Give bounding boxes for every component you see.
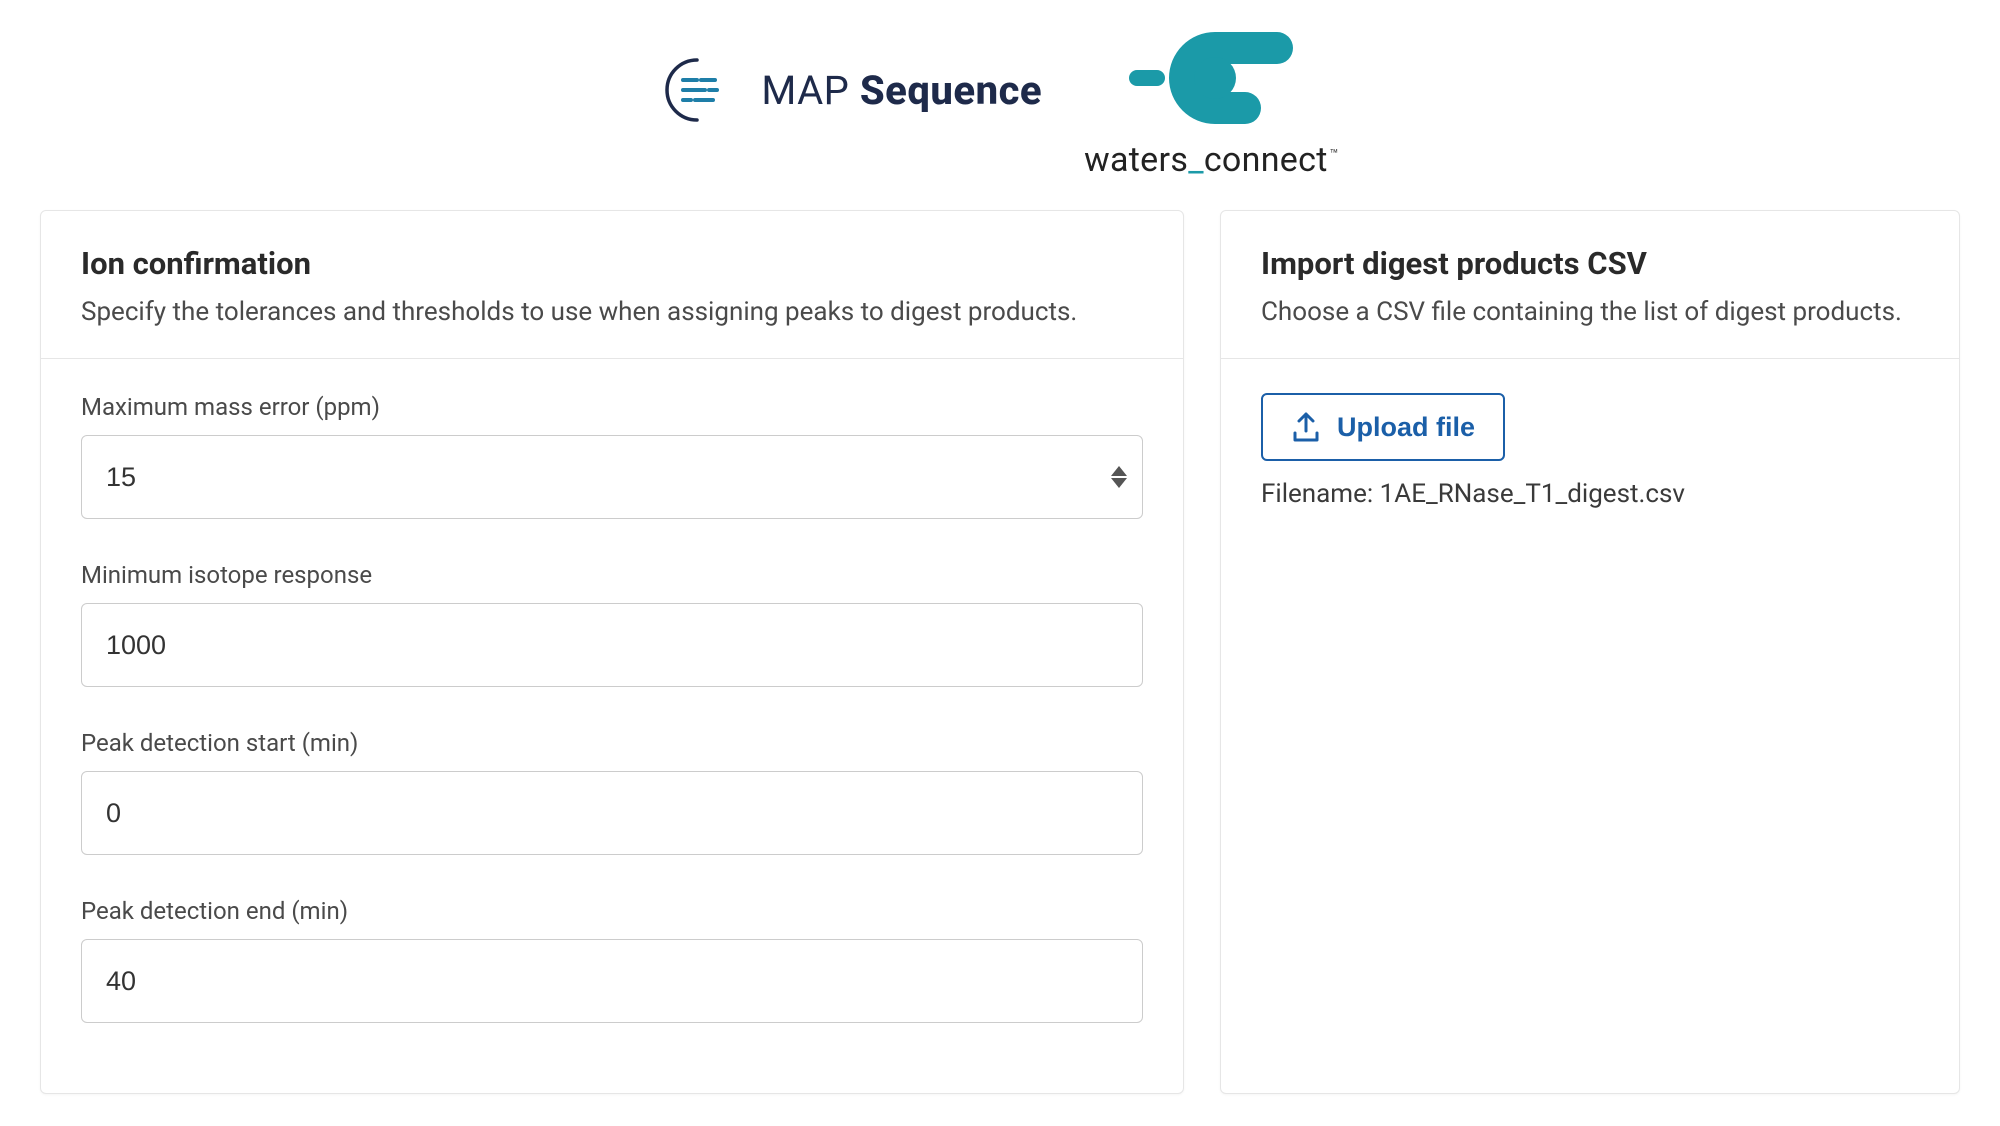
header-logo-area: MAP Sequence waters_connect™ [0,0,2000,210]
map-sequence-logo: MAP Sequence [661,54,1042,126]
map-text-bold: Sequence [860,67,1042,114]
upload-icon [1291,411,1321,443]
import-csv-panel: Import digest products CSV Choose a CSV … [1220,210,1960,1094]
max-mass-error-group: Maximum mass error (ppm) [81,393,1143,519]
sequence-circle-icon [661,54,733,126]
min-isotope-response-group: Minimum isotope response [81,561,1143,687]
import-panel-body: Upload file Filename: 1AE_RNase_T1_diges… [1221,359,1959,537]
filename-value: 1AE_RNase_T1_digest.csv [1380,479,1685,509]
peak-detection-start-group: Peak detection start (min) [81,729,1143,855]
min-isotope-response-label: Minimum isotope response [81,561,1143,589]
content-row: Ion confirmation Specify the tolerances … [0,210,2000,1094]
peak-detection-end-label: Peak detection end (min) [81,897,1143,925]
upload-file-button[interactable]: Upload file [1261,393,1505,461]
ion-panel-header: Ion confirmation Specify the tolerances … [41,211,1183,359]
filename-display: Filename: 1AE_RNase_T1_digest.csv [1261,479,1919,509]
ion-confirmation-panel: Ion confirmation Specify the tolerances … [40,210,1184,1094]
waters-text-underscore: _ [1188,140,1204,180]
peak-detection-start-input[interactable] [81,771,1143,855]
min-isotope-response-input[interactable] [81,603,1143,687]
import-panel-header: Import digest products CSV Choose a CSV … [1221,211,1959,359]
max-mass-error-input[interactable] [81,435,1143,519]
max-mass-error-label: Maximum mass error (ppm) [81,393,1143,421]
map-sequence-text: MAP Sequence [761,67,1042,114]
import-panel-subtitle: Choose a CSV file containing the list of… [1261,294,1919,330]
peak-detection-start-label: Peak detection start (min) [81,729,1143,757]
import-panel-title: Import digest products CSV [1261,245,1919,282]
map-text-light: MAP [761,67,860,114]
waters-connect-text: waters_connect™ [1084,140,1339,180]
filename-label: Filename: [1261,479,1380,509]
ion-panel-body: Maximum mass error (ppm) Minimum isotope… [41,359,1183,1093]
peak-detection-end-input[interactable] [81,939,1143,1023]
ion-panel-title: Ion confirmation [81,245,1143,282]
waters-connect-logo: waters_connect™ [1084,24,1339,180]
waters-text-tm: ™ [1330,147,1339,163]
waters-text-post: connect [1204,140,1328,180]
max-mass-error-input-wrap [81,435,1143,519]
peak-detection-end-group: Peak detection end (min) [81,897,1143,1023]
waters-text-pre: waters [1084,140,1188,180]
upload-button-label: Upload file [1337,412,1475,443]
waters-connect-icon [1127,24,1295,132]
ion-panel-subtitle: Specify the tolerances and thresholds to… [81,294,1143,330]
